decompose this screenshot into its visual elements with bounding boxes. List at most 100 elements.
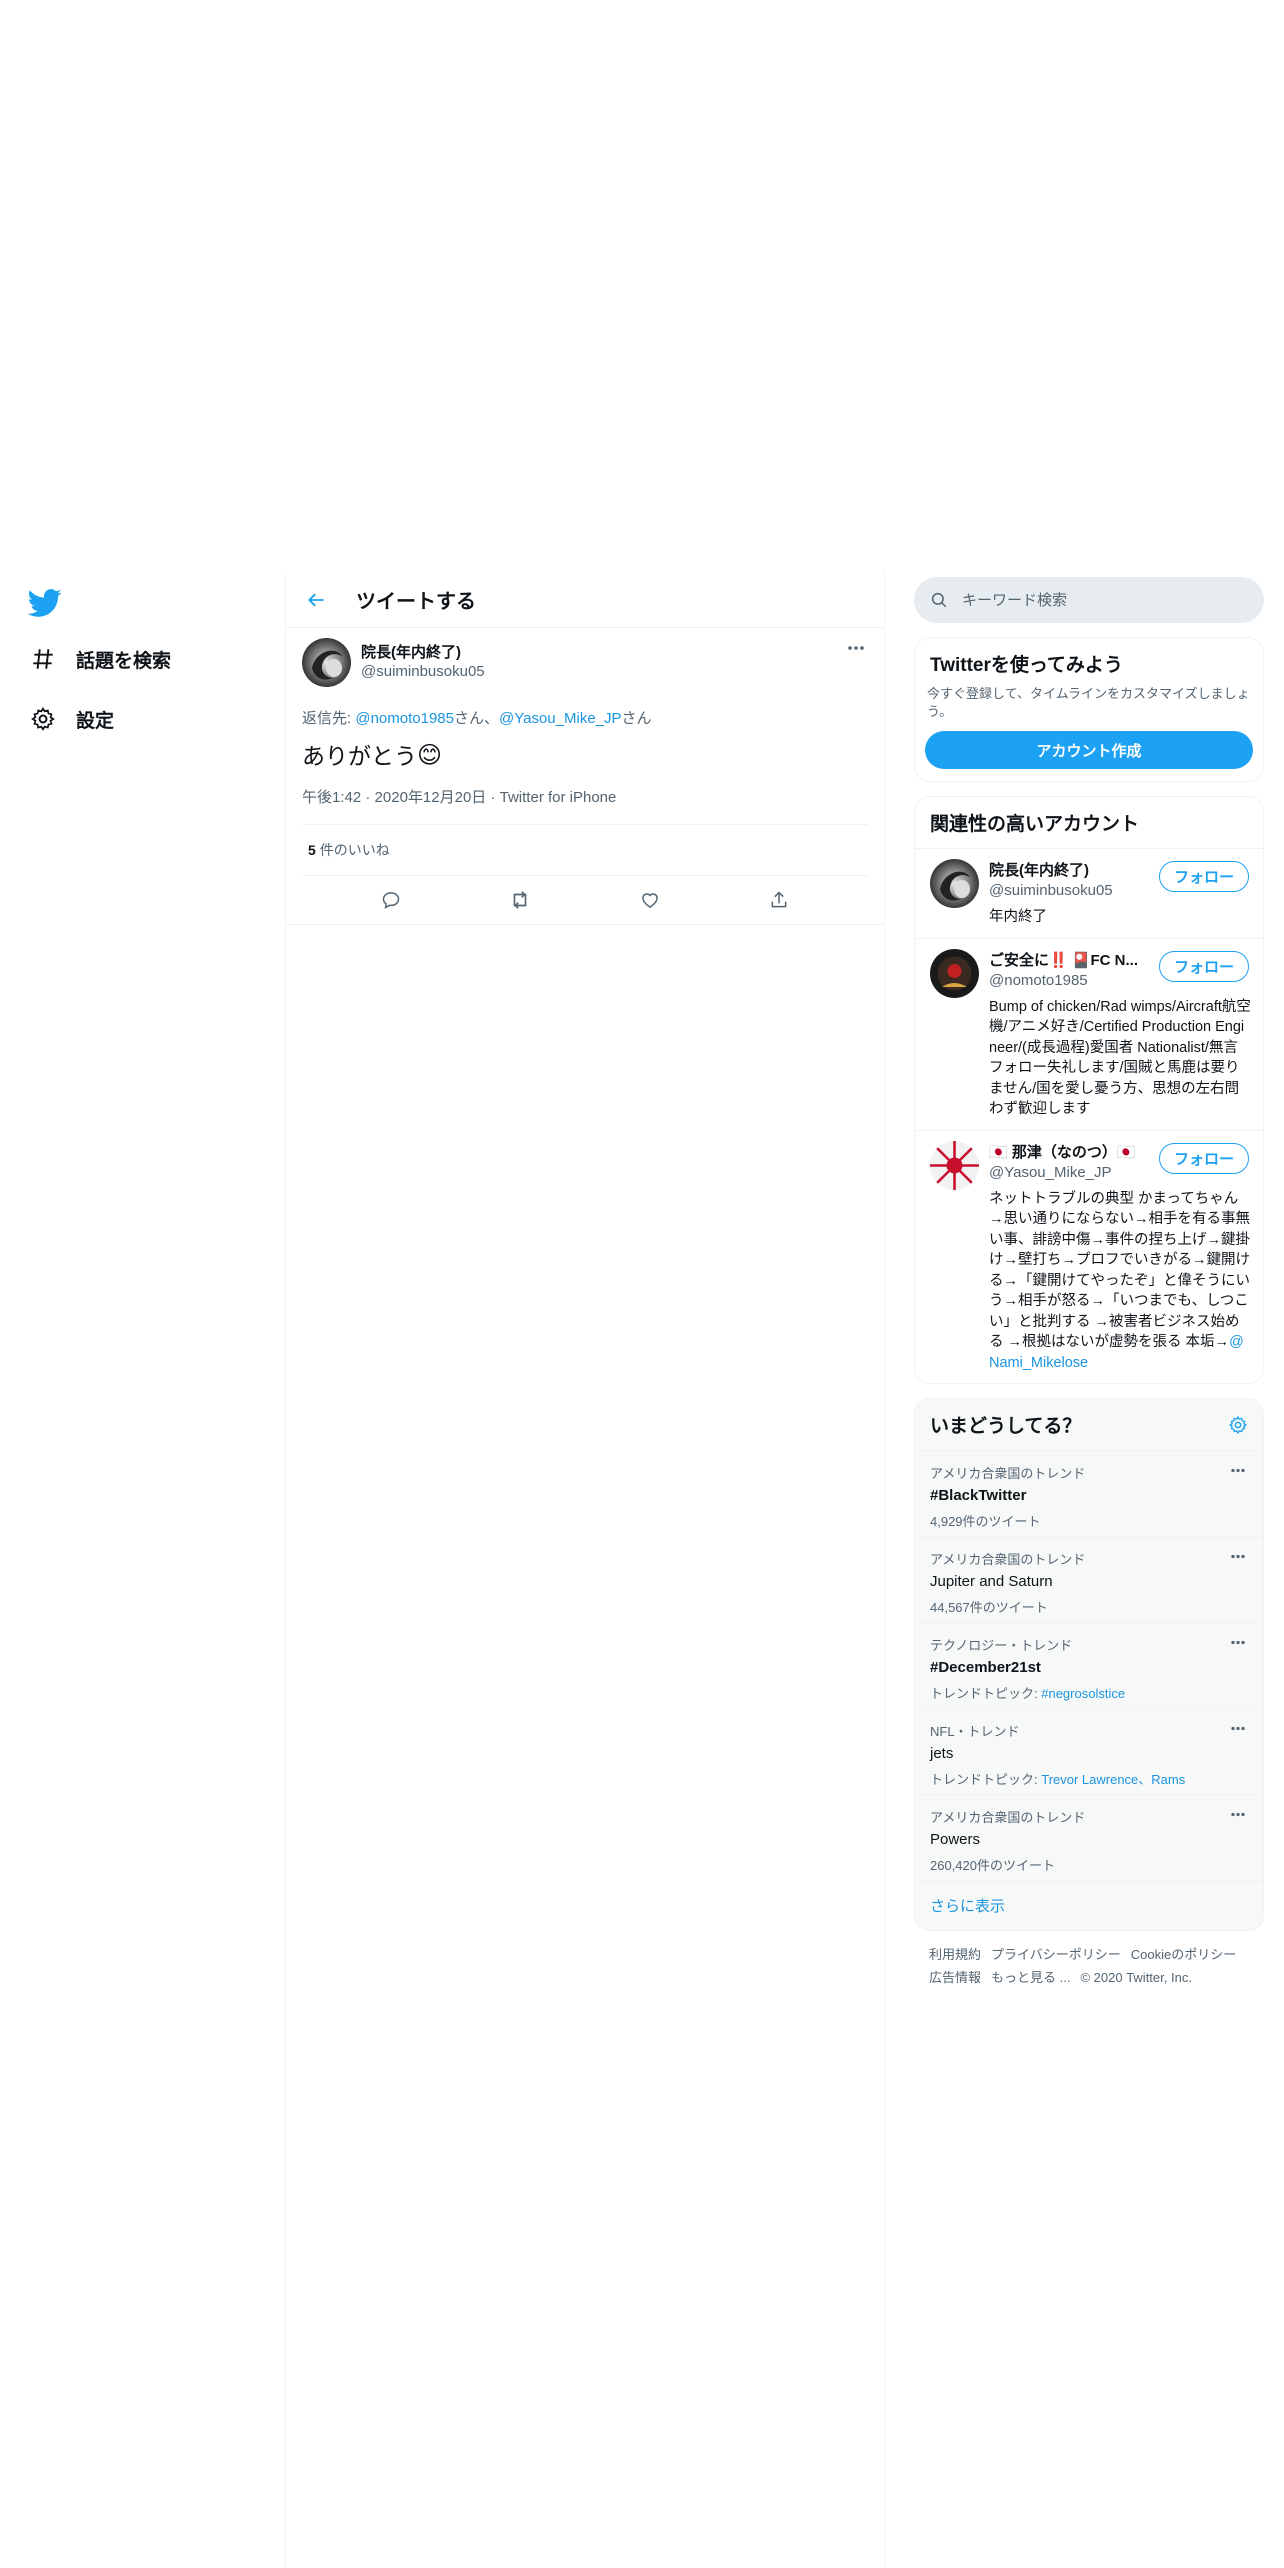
footer-link[interactable]: 広告情報 xyxy=(929,1970,981,1985)
search-input[interactable] xyxy=(962,591,1242,609)
trend-count: 4,929件のツイート xyxy=(930,1514,1041,1529)
hashtag-icon xyxy=(26,642,60,676)
tweet: 院長(年内終了) @suiminbusoku05 返信先: @nomoto198… xyxy=(286,628,884,925)
user-item[interactable]: 院長(年内終了) @suiminbusoku05 年内終了 フォロー xyxy=(915,848,1263,938)
share-icon[interactable] xyxy=(761,882,797,918)
trend-item[interactable]: アメリカ合衆国のトレンド Jupiter and Saturn 44,567件の… xyxy=(915,1536,1263,1622)
user-handle[interactable]: @Yasou_Mike_JP xyxy=(989,1164,1189,1181)
likes-stat[interactable]: 5 件のいいね xyxy=(302,825,868,876)
trend-topics-label: トレンドトピック: xyxy=(930,1772,1042,1787)
footer-link[interactable]: もっと見る ... xyxy=(991,1970,1070,1985)
avatar[interactable] xyxy=(930,859,979,908)
more-options-icon[interactable] xyxy=(1228,1551,1248,1561)
user-name[interactable]: 院長(年内終了) xyxy=(989,859,1149,880)
author-handle[interactable]: @suiminbusoku05 xyxy=(361,663,485,680)
user-bio: Bump of chicken/Rad wimps/Aircraft航空機/アニ… xyxy=(989,998,1251,1118)
retweet-icon[interactable] xyxy=(502,882,538,918)
trend-topics: トレンドトピック: #negrosolstice xyxy=(930,1683,1248,1702)
nav-item-explore[interactable]: 話題を検索 xyxy=(26,634,171,684)
trends-box: いまどうしてる？ アメリカ合衆国のトレンド #BlackTwitter 4,92… xyxy=(914,1398,1264,1931)
trend-item[interactable]: NFL・トレンド jets トレンドトピック: Trevor Lawrence、… xyxy=(915,1708,1263,1794)
search-bar[interactable] xyxy=(914,577,1264,623)
trend-name: #December21st xyxy=(930,1659,1041,1676)
more-options-icon[interactable] xyxy=(1228,1723,1248,1733)
main-header: ツイートする xyxy=(286,572,884,628)
user-handle[interactable]: @nomoto1985 xyxy=(989,972,1189,989)
trend-name: jets xyxy=(930,1745,954,1762)
trend-topic-link[interactable]: Trevor Lawrence、Rams xyxy=(1041,1772,1185,1787)
trend-item[interactable]: アメリカ合衆国のトレンド #BlackTwitter 4,929件のツイート xyxy=(915,1450,1263,1536)
reply-icon[interactable] xyxy=(373,882,409,918)
footer-link[interactable]: Cookieのポリシー xyxy=(1131,1947,1236,1962)
reply-prefix: 返信先: xyxy=(302,710,356,727)
smiling-face-emoji-icon: 😊 xyxy=(417,742,443,769)
follow-button[interactable]: フォロー xyxy=(1158,861,1249,892)
tweet-time[interactable]: 午後1:42 xyxy=(302,789,361,806)
gear-icon xyxy=(26,702,60,736)
arrow-left-icon xyxy=(308,593,324,606)
tweet-actions xyxy=(286,876,884,925)
trend-context: アメリカ合衆国のトレンド xyxy=(930,1466,1086,1481)
trend-context: アメリカ合衆国のトレンド xyxy=(930,1552,1086,1567)
user-item[interactable]: 🇯🇵 那津（なのつ）🇯🇵 @Yasou_Mike_JP ネットトラブルの典型 か… xyxy=(915,1129,1263,1384)
follow-button[interactable]: フォロー xyxy=(1158,1142,1249,1174)
trend-item[interactable]: テクノロジー・トレンド #December21st トレンドトピック: #neg… xyxy=(915,1622,1263,1708)
footer-link[interactable]: プライバシーポリシー xyxy=(991,1947,1121,1962)
likes-count: 5 xyxy=(308,842,316,858)
signup-description: 今すぐ登録して、タイムラインをカスタマイズしましょう。 xyxy=(927,686,1250,719)
create-account-button[interactable]: アカウント作成 xyxy=(925,731,1253,769)
trend-count: 44,567件のツイート xyxy=(930,1600,1048,1615)
trend-context: テクノロジー・トレンド xyxy=(930,1638,1073,1653)
tweet-timestamp: 午後1:42 · 2020年12月20日 · Twitter for iPhon… xyxy=(302,786,868,825)
user-bio-text: ネットトラブルの典型 かまってちゃん→思い通りにならない→相手を有る事無い事、誹… xyxy=(989,1190,1250,1351)
trend-count: 260,420件のツイート xyxy=(930,1858,1055,1873)
trend-name: Jupiter and Saturn xyxy=(930,1573,1053,1590)
more-options-icon[interactable] xyxy=(844,640,868,656)
follow-button[interactable]: フォロー xyxy=(1158,950,1249,982)
likes-label: 件のいいね xyxy=(319,842,390,858)
nav-item-label: 設定 xyxy=(76,710,115,732)
more-options-icon[interactable] xyxy=(1228,1637,1248,1647)
trend-topic-link[interactable]: #negrosolstice xyxy=(1041,1686,1125,1701)
user-item[interactable]: ご安全に‼️ 🎴FC N... @nomoto1985 Bump of chic… xyxy=(915,937,1263,1130)
signup-title: Twitterを使ってみよう xyxy=(930,655,1123,676)
twitter-logo-icon[interactable] xyxy=(27,586,62,620)
author-name[interactable]: 院長(年内終了) xyxy=(361,641,485,662)
user-name[interactable]: 🇯🇵 那津（なのつ）🇯🇵 xyxy=(989,1141,1149,1162)
main-column: ツイートする 院長(年内終了) @suiminbusoku05 返信先: @no… xyxy=(285,572,885,2568)
mention-link[interactable]: @Yasou_Mike_JP xyxy=(499,710,622,727)
back-button[interactable] xyxy=(298,582,334,618)
gear-icon[interactable] xyxy=(1228,1415,1248,1435)
tweet-source[interactable]: Twitter for iPhone xyxy=(500,789,617,806)
more-options-icon[interactable] xyxy=(1228,1465,1248,1475)
tweet-date[interactable]: 2020年12月20日 xyxy=(375,789,487,806)
avatar[interactable] xyxy=(302,638,351,687)
signup-box: Twitterを使ってみよう 今すぐ登録して、タイムラインをカスタマイズしましょ… xyxy=(914,637,1264,782)
mention-link[interactable]: @nomoto1985 xyxy=(355,710,454,727)
avatar[interactable] xyxy=(930,948,979,998)
nav-item-settings[interactable]: 設定 xyxy=(26,694,114,744)
footer: 利用規約 プライバシーポリシー Cookieのポリシー 広告情報 もっと見る ... ©… xyxy=(914,1931,1264,2001)
page-title: ツイートする xyxy=(356,591,476,613)
search-icon xyxy=(931,592,947,608)
trend-item[interactable]: アメリカ合衆国のトレンド Powers 260,420件のツイート xyxy=(915,1794,1263,1880)
trend-context: NFL・トレンド xyxy=(930,1724,1020,1739)
reply-to-line: 返信先: @nomoto1985さん、@Yasou_Mike_JPさん xyxy=(302,707,868,728)
right-sidebar: Twitterを使ってみよう 今すぐ登録して、タイムラインをカスタマイズしましょ… xyxy=(914,577,1264,2001)
user-handle[interactable]: @suiminbusoku05 xyxy=(989,882,1189,899)
show-more-link[interactable]: さらに表示 xyxy=(915,1880,1263,1930)
avatar[interactable] xyxy=(930,1140,979,1190)
relevant-accounts-box: 関連性の高いアカウント 院長(年内終了) @suiminbusoku05 年内終… xyxy=(914,796,1264,1384)
user-name[interactable]: ご安全に‼️ 🎴FC N... xyxy=(989,949,1149,970)
tweet-text: ありがとう 😊 xyxy=(302,740,868,772)
user-bio: 年内終了 xyxy=(989,909,1047,925)
footer-link[interactable]: 利用規約 xyxy=(929,1947,981,1962)
more-options-icon[interactable] xyxy=(1228,1809,1248,1819)
trend-context: アメリカ合衆国のトレンド xyxy=(930,1810,1086,1825)
like-heart-icon[interactable] xyxy=(632,882,668,918)
trend-name: Powers xyxy=(930,1831,981,1848)
trend-topics-label: トレンドトピック: xyxy=(930,1686,1042,1701)
trends-title: いまどうしてる？ xyxy=(930,1416,1082,1437)
user-bio: ネットトラブルの典型 かまってちゃん→思い通りにならない→相手を有る事無い事、誹… xyxy=(989,1189,1251,1374)
trend-topics: トレンドトピック: Trevor Lawrence、Rams xyxy=(930,1769,1248,1788)
